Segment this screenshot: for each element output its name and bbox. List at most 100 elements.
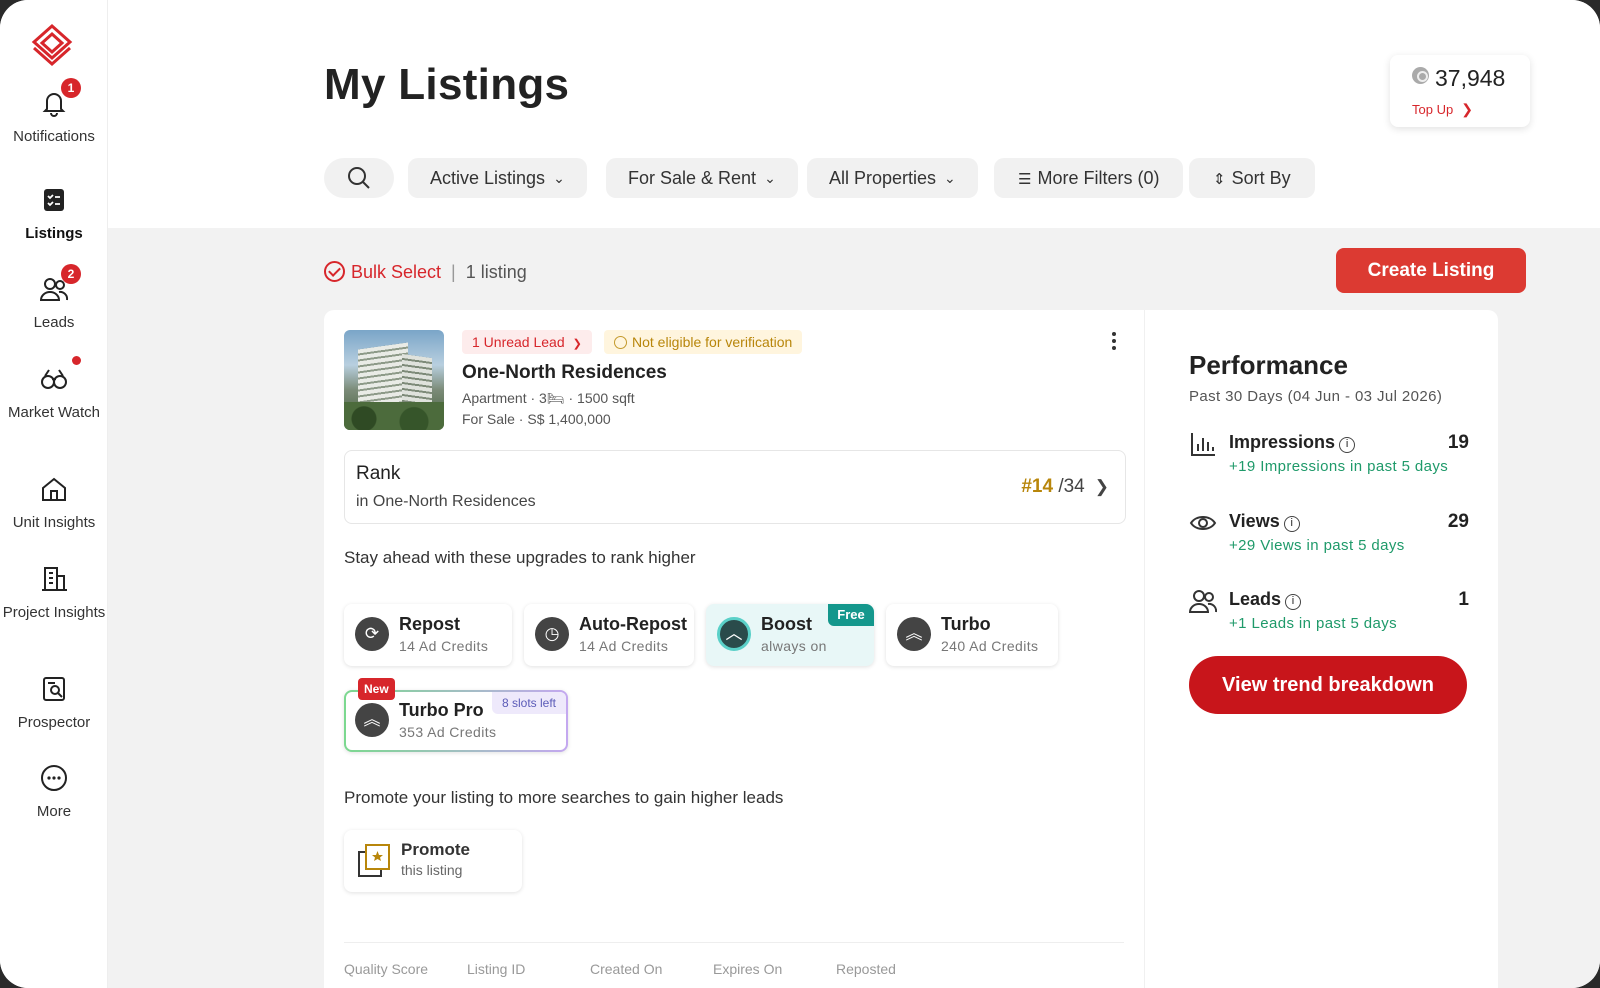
sliders-icon: ☰ xyxy=(1018,171,1032,188)
repost-icon: ⟳ xyxy=(355,617,389,651)
chevron-down-icon: ⌄ xyxy=(944,170,956,186)
views-value: 29 xyxy=(1447,511,1469,532)
verification-icon xyxy=(614,336,627,349)
verification-tag: Not eligible for verification xyxy=(604,330,803,354)
app-window: 1 Notifications Listings 2 Leads Market … xyxy=(0,0,1600,988)
sidebar-item-market-watch[interactable]: Market Watch xyxy=(0,356,108,423)
credits-balance: 37,948 xyxy=(1435,65,1506,91)
views-delta: +29 Views in past 5 days xyxy=(1229,537,1405,554)
turbo-option[interactable]: ︽ Turbo 240 Ad Credits xyxy=(886,604,1058,666)
bar-chart-icon xyxy=(1191,433,1215,456)
chevron-down-icon: ⌄ xyxy=(553,170,565,186)
sidebar-item-label: Market Watch xyxy=(8,404,100,421)
sidebar-item-label: Project Insights xyxy=(2,604,106,621)
unread-lead-tag[interactable]: 1 Unread Lead ❯ xyxy=(462,330,592,354)
turbo-pro-option[interactable]: ︽ Turbo Pro 353 Ad Credits New 8 slots l… xyxy=(344,678,568,752)
bell-icon: 1 xyxy=(39,78,81,118)
impressions-delta: +19 Impressions in past 5 days xyxy=(1229,458,1449,475)
binoculars-icon xyxy=(39,356,81,394)
listing-card: 1 Unread Lead ❯ Not eligible for verifica… xyxy=(324,310,1498,988)
free-tag: Free xyxy=(828,604,874,626)
property-meta: Apartment · 3🛏 · 1500 sqft For Sale · S$… xyxy=(462,390,635,427)
chevron-right-icon: ❯ xyxy=(572,338,582,350)
top-up-link[interactable]: Top Up ❯ xyxy=(1412,101,1473,118)
credits-card[interactable]: 37,948 Top Up ❯ xyxy=(1390,55,1530,127)
more-icon xyxy=(39,763,69,793)
sidebar-item-label: Prospector xyxy=(17,714,91,731)
more-filters-button[interactable]: ☰ More Filters (0) xyxy=(994,158,1184,198)
sidebar: 1 Notifications Listings 2 Leads Market … xyxy=(0,0,108,988)
promote-icon xyxy=(358,844,390,877)
clock-icon: ◷ xyxy=(535,617,569,651)
prospector-icon xyxy=(39,674,69,704)
search-button[interactable] xyxy=(324,158,394,198)
leads-delta: +1 Leads in past 5 days xyxy=(1229,615,1398,632)
leads-value: 1 xyxy=(1458,589,1469,610)
divider: | xyxy=(451,262,456,282)
promote-option[interactable]: Promote this listing xyxy=(344,830,522,892)
expires-on-label: Expires On xyxy=(713,961,783,977)
info-icon[interactable]: i xyxy=(1285,594,1302,610)
people-icon xyxy=(1189,590,1217,613)
eye-icon xyxy=(1189,516,1217,530)
sidebar-item-label: Notifications xyxy=(13,128,95,145)
listing-details-header: Quality Score Listing ID Created On Expi… xyxy=(344,942,1124,977)
upgrades-heading: Stay ahead with these upgrades to rank h… xyxy=(344,548,696,567)
brand-logo-icon[interactable] xyxy=(30,22,74,67)
performance-panel: Performance Past 30 Days (04 Jun - 03 Ju… xyxy=(1144,310,1498,988)
performance-period: Past 30 Days (04 Jun - 03 Jul 2026) xyxy=(1189,388,1443,405)
promote-heading: Promote your listing to more searches to… xyxy=(344,788,784,807)
listing-id-label: Listing ID xyxy=(467,961,526,977)
sidebar-item-project-insights[interactable]: Project Insights xyxy=(0,564,108,623)
sidebar-item-leads[interactable]: 2 Leads xyxy=(0,264,108,333)
sidebar-item-label: Listings xyxy=(25,225,83,242)
bulk-select-toggle[interactable]: Bulk Select xyxy=(324,261,441,282)
listing-count: 1 listing xyxy=(465,262,527,282)
slots-left-tag: 8 slots left xyxy=(491,692,566,714)
repost-option[interactable]: ⟳ Repost 14 Ad Credits xyxy=(344,604,512,666)
sort-icon: ⇕ xyxy=(1213,171,1226,188)
sidebar-item-prospector[interactable]: Prospector xyxy=(0,674,108,733)
boost-icon: ︿ xyxy=(717,617,751,651)
impressions-value: 19 xyxy=(1447,432,1469,453)
search-icon xyxy=(348,167,370,189)
view-trend-breakdown-button[interactable]: View trend breakdown xyxy=(1189,656,1467,714)
people-icon: 2 xyxy=(39,264,81,304)
listings-icon xyxy=(39,185,69,215)
property-type-dropdown[interactable]: All Properties ⌄ xyxy=(807,158,978,198)
created-on-label: Created On xyxy=(590,961,663,977)
sidebar-item-label: More xyxy=(36,803,72,820)
turbo-icon: ︽ xyxy=(897,617,931,651)
sidebar-item-listings[interactable]: Listings xyxy=(0,185,108,244)
sidebar-item-label: Unit Insights xyxy=(12,514,96,531)
notification-badge: 1 xyxy=(61,78,81,98)
active-listings-dropdown[interactable]: Active Listings ⌄ xyxy=(408,158,587,198)
header: My Listings 37,948 Top Up ❯ Active Listin… xyxy=(108,0,1600,228)
sale-rent-dropdown[interactable]: For Sale & Rent ⌄ xyxy=(606,158,798,198)
leads-badge: 2 xyxy=(61,264,81,284)
boost-option[interactable]: ︿ Boost always on Free xyxy=(706,604,874,666)
chevron-right-icon: ❯ xyxy=(1094,477,1109,496)
rank-subtitle: in One-North Residences xyxy=(356,493,536,510)
sidebar-item-notifications[interactable]: 1 Notifications xyxy=(0,78,108,147)
property-name: One-North Residences xyxy=(462,362,667,383)
listing-thumbnail[interactable] xyxy=(344,330,444,430)
create-listing-button[interactable]: Create Listing xyxy=(1336,248,1526,293)
new-tag: New xyxy=(358,678,395,700)
info-icon[interactable]: i xyxy=(1283,516,1300,532)
rank-value: #14 /34 ❯ xyxy=(1021,476,1109,497)
check-circle-icon xyxy=(324,261,345,282)
more-options-icon[interactable] xyxy=(1110,330,1118,354)
rank-card[interactable]: Rank in One-North Residences #14 /34 ❯ xyxy=(344,450,1126,524)
turbo-pro-icon: ︽ xyxy=(355,703,389,737)
auto-repost-option[interactable]: ◷ Auto-Repost 14 Ad Credits xyxy=(524,604,694,666)
coin-icon xyxy=(1412,67,1429,84)
info-icon[interactable]: i xyxy=(1339,437,1356,453)
sort-by-button[interactable]: ⇕ Sort By xyxy=(1189,158,1315,198)
rank-title: Rank xyxy=(356,463,401,484)
performance-title: Performance xyxy=(1189,350,1348,380)
chevron-down-icon: ⌄ xyxy=(764,170,776,186)
building-icon xyxy=(39,564,69,594)
sidebar-item-unit-insights[interactable]: Unit Insights xyxy=(0,474,108,533)
sidebar-item-more[interactable]: More xyxy=(0,763,108,822)
